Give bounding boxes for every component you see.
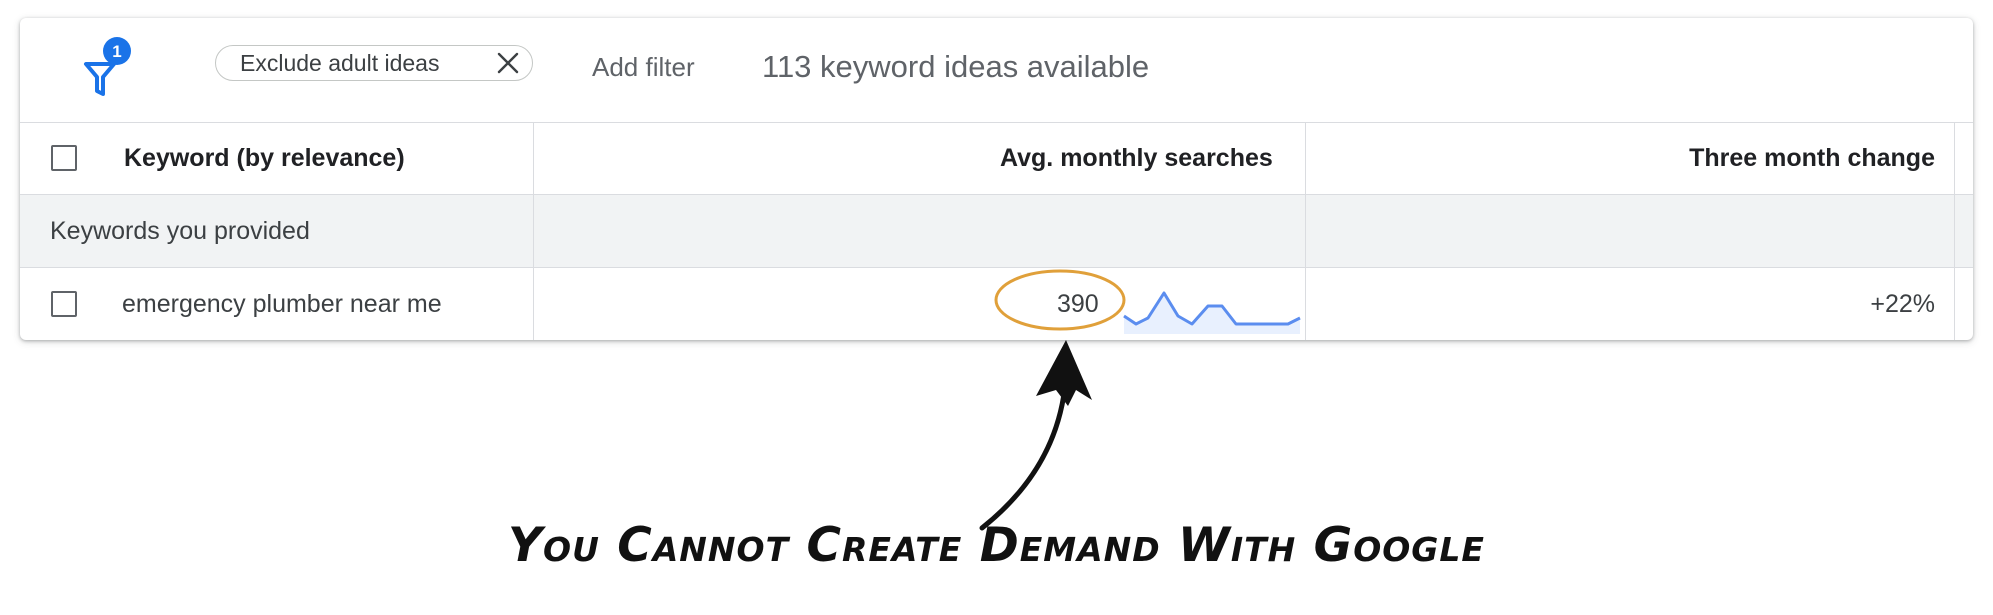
column-divider (1305, 122, 1306, 340)
annotation-arrow (979, 372, 1069, 531)
annotation-caption: You Cannot Create Demand With Google (508, 518, 1485, 573)
arrow-head-icon (1036, 340, 1092, 406)
column-header-three-month-change[interactable]: Three month change (1689, 144, 1935, 173)
search-trend-sparkline (1123, 291, 1301, 334)
close-icon (497, 52, 519, 74)
chip-label: Exclude adult ideas (240, 49, 440, 76)
chip-remove-button[interactable] (488, 46, 528, 80)
table-header-row: Keyword (by relevance) Avg. monthly sear… (20, 122, 1973, 195)
select-all-checkbox[interactable] (51, 145, 77, 171)
column-header-keyword[interactable]: Keyword (by relevance) (124, 144, 405, 173)
filter-icon: 1 (84, 37, 131, 96)
exclude-adult-ideas-chip[interactable]: Exclude adult ideas (215, 45, 533, 81)
column-header-avg-monthly-searches[interactable]: Avg. monthly searches (1000, 144, 1273, 173)
column-divider (533, 122, 534, 340)
keyword-group-row: Keywords you provided (20, 195, 1973, 268)
filter-toolbar: 1 Exclude adult ideas Add filter 113 key… (20, 18, 1973, 123)
filter-button[interactable]: 1 (80, 36, 160, 110)
keyword-ideas-table-card: 1 Exclude adult ideas Add filter 113 key… (20, 18, 1973, 340)
row-checkbox[interactable] (51, 291, 77, 317)
add-filter-button[interactable]: Add filter (592, 52, 695, 83)
three-month-change-cell: +22% (1870, 290, 1935, 318)
table-row[interactable]: emergency plumber near me 390 +22% (20, 268, 1973, 340)
column-divider (1954, 122, 1955, 340)
avg-monthly-searches-cell: 390 (1057, 290, 1099, 318)
keyword-cell: emergency plumber near me (122, 290, 442, 318)
group-label: Keywords you provided (50, 217, 310, 245)
keyword-ideas-count: 113 keyword ideas available (762, 49, 1150, 84)
filter-count-text: 1 (112, 42, 121, 61)
